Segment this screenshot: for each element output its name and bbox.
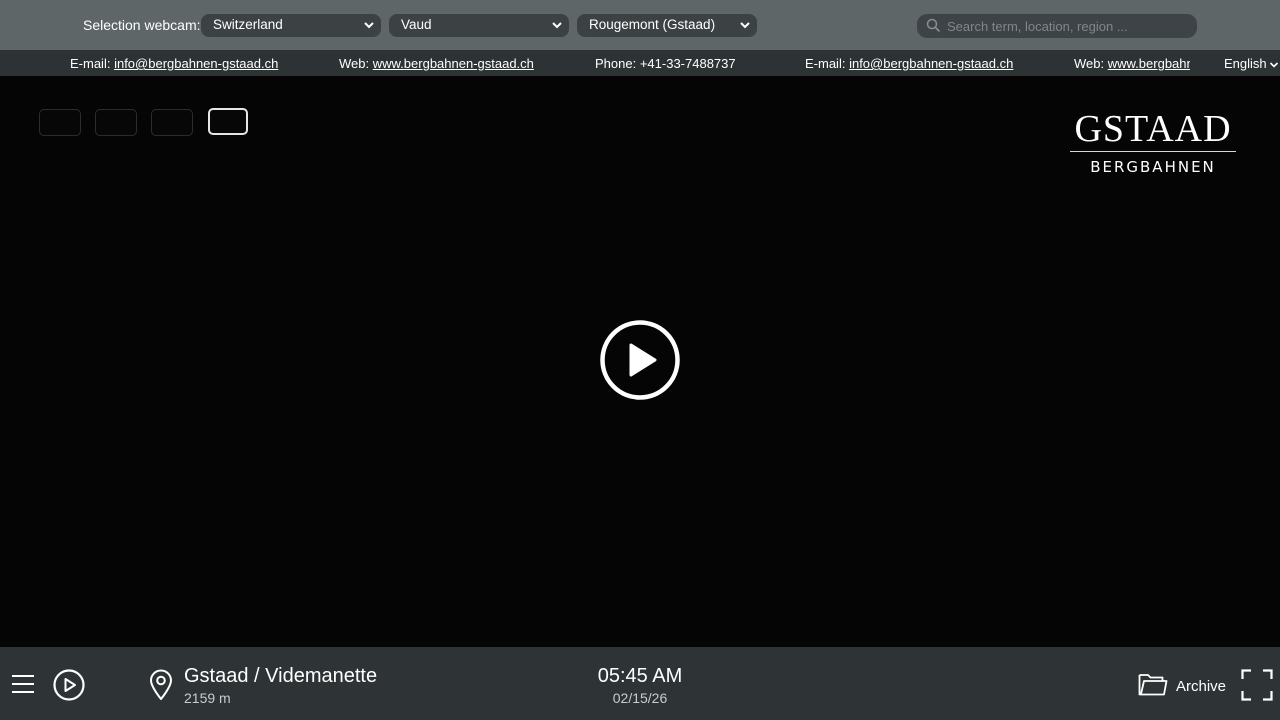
fullscreen-icon: [1241, 669, 1273, 701]
webcam-viewer[interactable]: GSTAAD BERGBAHNEN: [0, 76, 1280, 647]
top-bar: Selection webcam: Switzerland Vaud Rouge…: [0, 0, 1280, 50]
chevron-down-icon: [1269, 61, 1278, 68]
bottom-bar: Gstaad / Videmanette 2159 m 05:45 AM 02/…: [0, 647, 1280, 720]
view-thumbnail[interactable]: [95, 109, 137, 136]
region-select-value: Vaud: [401, 17, 432, 32]
chevron-down-icon: [551, 19, 563, 31]
logo-subtitle: BERGBAHNEN: [1090, 158, 1216, 176]
phone-info: Phone: +41-33-7488737: [595, 56, 736, 71]
web-label: Web:: [1074, 56, 1105, 71]
phone-label: Phone:: [595, 56, 637, 71]
email-link[interactable]: info@bergbahnen-gstaad.ch: [114, 56, 278, 71]
gstaad-logo: GSTAAD BERGBAHNEN: [1068, 109, 1238, 176]
view-thumbnail[interactable]: [151, 109, 193, 136]
search-box: [917, 14, 1197, 38]
place-select[interactable]: Rougemont (Gstaad): [577, 14, 757, 37]
archive-label: Archive: [1176, 678, 1227, 695]
search-icon: [926, 18, 941, 33]
phone-number: +41-33-7488737: [639, 56, 736, 71]
email-label: E-mail:: [70, 56, 111, 71]
capture-date: 02/15/26: [612, 690, 668, 706]
play-circle-icon: [600, 320, 680, 400]
language-select[interactable]: English: [1224, 56, 1279, 71]
location-altitude: 2159 m: [184, 690, 231, 706]
menu-button[interactable]: [12, 675, 34, 693]
email-label: E-mail:: [805, 56, 846, 71]
view-thumbnail-active[interactable]: [208, 108, 248, 135]
logo-divider: [1070, 151, 1236, 152]
web-info: Web: www.bergbahnen-gstaad.ch: [339, 56, 534, 71]
web-label: Web:: [339, 56, 370, 71]
place-select-value: Rougemont (Gstaad): [589, 17, 716, 32]
play-button[interactable]: [600, 320, 680, 400]
play-circle-icon: [53, 669, 85, 701]
email-link[interactable]: info@bergbahnen-gstaad.ch: [849, 56, 1013, 71]
hamburger-icon: [12, 675, 34, 693]
fullscreen-button[interactable]: [1241, 669, 1273, 701]
language-value: English: [1224, 56, 1267, 71]
contact-ticker: E-mail: info@bergbahnen-gstaad.ch Web: w…: [0, 50, 1280, 76]
play-timelapse-button[interactable]: [53, 669, 85, 701]
region-select[interactable]: Vaud: [389, 14, 569, 37]
web-link[interactable]: www.bergbahnen-gstaad.ch: [1108, 56, 1190, 71]
country-select[interactable]: Switzerland: [201, 14, 381, 37]
web-link[interactable]: www.bergbahnen-gstaad.ch: [373, 56, 534, 71]
chevron-down-icon: [739, 19, 751, 31]
search-input[interactable]: [947, 17, 1187, 35]
chevron-down-icon: [363, 19, 375, 31]
capture-time: 05:45 AM: [597, 665, 683, 687]
location-title: Gstaad / Videmanette: [184, 665, 378, 687]
country-select-value: Switzerland: [213, 17, 283, 32]
map-pin-icon: [148, 669, 174, 701]
view-thumbnail[interactable]: [39, 109, 81, 136]
logo-brand: GSTAAD: [1074, 108, 1232, 150]
selection-webcam-label: Selection webcam:: [83, 17, 201, 33]
email-info: E-mail: info@bergbahnen-gstaad.ch: [70, 56, 278, 71]
folder-icon: [1138, 674, 1168, 696]
web-info-repeat: Web: www.bergbahnen-gstaad.ch: [1074, 56, 1190, 71]
email-info-repeat: E-mail: info@bergbahnen-gstaad.ch: [805, 56, 1013, 71]
